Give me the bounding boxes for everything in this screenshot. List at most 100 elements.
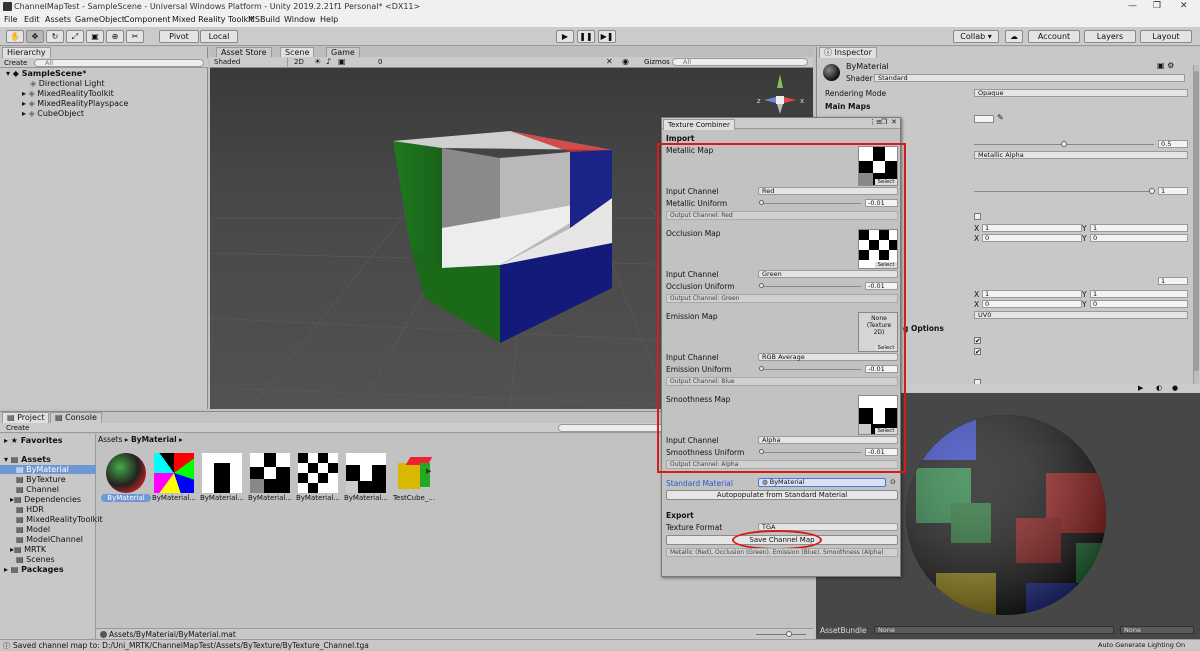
uv-set-dropdown[interactable]: UV0	[974, 311, 1188, 319]
local-toggle[interactable]: Local	[200, 30, 238, 43]
preview-light-icon[interactable]: ◐	[1156, 384, 1162, 392]
prefab-expand-icon[interactable]: ▶	[426, 467, 431, 475]
gpu-instancing-checkbox[interactable]: ✔	[974, 337, 981, 345]
maximize-button[interactable]: ❐	[1153, 1, 1161, 11]
assetbundle-dropdown[interactable]: None	[874, 626, 1114, 634]
collab-button[interactable]: Collab ▾	[953, 30, 999, 43]
inspector-settings-icon[interactable]: ▣ ⚙	[1157, 61, 1174, 70]
folder-modelchannel[interactable]: ▤ ModelChannel	[16, 535, 83, 544]
minimize-button[interactable]: —	[1128, 1, 1137, 11]
cloud-icon[interactable]: ☁	[1005, 30, 1023, 43]
folder-model[interactable]: ▤ Model	[16, 525, 50, 534]
object-picker-icon[interactable]: ⊙	[890, 478, 896, 486]
window-close-icon[interactable]: ✕	[891, 118, 897, 126]
status-message[interactable]: Saved channel map to: D:/Uni_MRTK/Channe…	[13, 641, 369, 650]
folder-hdr[interactable]: ▤ HDR	[16, 505, 44, 514]
menu-edit[interactable]: Edit	[24, 15, 40, 24]
folder-bytexture[interactable]: ▤ ByTexture	[16, 475, 66, 484]
step-icon[interactable]: ▶❚	[598, 30, 616, 43]
menu-gameobject[interactable]: GameObject	[75, 15, 125, 24]
tab-inspector[interactable]: ⓘ Inspector	[819, 47, 877, 58]
breadcrumb-assets[interactable]: Assets	[98, 435, 122, 444]
assetbundle-variant-dropdown[interactable]: None	[1120, 626, 1194, 634]
breadcrumb-bymaterial[interactable]: ByMaterial	[131, 435, 177, 444]
scale-tool-icon[interactable]: ⤢	[66, 30, 84, 43]
tiling-y-field-1[interactable]: 1	[1090, 224, 1188, 232]
preview-play-icon[interactable]: ▶	[1138, 384, 1143, 392]
folder-dependencies[interactable]: ▸▤ Dependencies	[10, 495, 81, 504]
rotate-tool-icon[interactable]: ↻	[46, 30, 64, 43]
tab-hierarchy[interactable]: Hierarchy	[2, 47, 51, 58]
menu-msbuild[interactable]: MSBuild	[248, 15, 280, 24]
offset-y-field-1[interactable]: 0	[1090, 234, 1188, 242]
tiling-y-field-2[interactable]: 1	[1090, 290, 1188, 298]
menu-help[interactable]: Help	[320, 15, 338, 24]
camera-icon[interactable]: ◉	[622, 57, 629, 66]
standard-material-field[interactable]: ◍ ByMaterial	[758, 478, 886, 487]
layout-dropdown[interactable]: Layout	[1140, 30, 1192, 43]
asset-bymaterial-metallic-thumb[interactable]	[202, 453, 242, 493]
folder-scenes[interactable]: ▤ Scenes	[16, 555, 55, 564]
folder-mixedrealitytoolkit[interactable]: ▤ MixedRealityToolkit	[16, 515, 103, 524]
normal-scale-field[interactable]: 1	[1158, 187, 1188, 195]
scene-search-input[interactable]: All	[672, 58, 808, 66]
menu-assets[interactable]: Assets	[45, 15, 71, 24]
icon-size-knob[interactable]	[786, 631, 792, 637]
custom-tool-icon[interactable]: ✂	[126, 30, 144, 43]
transform-tool-icon[interactable]: ⊕	[106, 30, 124, 43]
window-maximize-icon[interactable]: ❐	[881, 118, 887, 126]
inspector-scrollbar[interactable]	[1193, 65, 1199, 385]
pause-icon[interactable]: ❚❚	[577, 30, 595, 43]
asset-bymaterial-smoothness-thumb[interactable]	[346, 453, 386, 493]
mode-2d-toggle[interactable]: 2D	[294, 58, 304, 66]
emission-checkbox[interactable]	[974, 213, 981, 220]
smoothness-field[interactable]: 0.5	[1158, 140, 1188, 148]
close-window-button[interactable]: ✕	[1180, 1, 1188, 11]
hierarchy-item-playspace[interactable]: ▸ ◈ MixedRealityPlayspace	[22, 99, 128, 108]
folder-mrtk[interactable]: ▸▤ MRTK	[10, 545, 46, 554]
shading-mode-dropdown[interactable]: Shaded	[214, 58, 288, 67]
play-icon[interactable]: ▶	[556, 30, 574, 43]
offset-x-field-2[interactable]: 0	[982, 300, 1082, 308]
lighting-icon[interactable]: ☀	[314, 57, 321, 66]
menu-mrtk[interactable]: Mixed Reality Toolkit	[172, 15, 254, 24]
rendering-mode-dropdown[interactable]: Opaque	[974, 89, 1188, 97]
hierarchy-item-mrtk[interactable]: ▸ ◈ MixedRealityToolkit	[22, 89, 114, 98]
assets-root-item[interactable]: ▾ ▤ Assets	[4, 455, 51, 464]
favorites-item[interactable]: ▸ ★ Favorites	[4, 436, 63, 445]
gizmos-dropdown[interactable]: Gizmos	[644, 58, 670, 66]
asset-bymaterial-thumb[interactable]	[106, 453, 146, 493]
folder-bymaterial[interactable]: ▤ ByMaterial	[0, 465, 96, 474]
effects-icon[interactable]: ▣	[338, 57, 346, 66]
eyedropper-icon[interactable]: ✎	[997, 113, 1004, 122]
audio-icon[interactable]: ♪	[326, 57, 331, 66]
account-dropdown[interactable]: Account	[1028, 30, 1080, 43]
hierarchy-create-button[interactable]: Create	[4, 59, 27, 67]
preview-shape-icon[interactable]: ●	[1172, 384, 1178, 392]
shader-dropdown[interactable]: Standard	[874, 74, 1185, 82]
rect-tool-icon[interactable]: ▣	[86, 30, 104, 43]
folder-channel[interactable]: ▤ Channel	[16, 485, 59, 494]
tiling-x-field-2[interactable]: 1	[982, 290, 1082, 298]
hierarchy-scene-row[interactable]: ▾ ◆ SampleScene*	[6, 69, 86, 78]
tiling-x-field-1[interactable]: 1	[982, 224, 1082, 232]
tab-project[interactable]: ▤ Project	[2, 412, 50, 423]
offset-x-field-1[interactable]: 0	[982, 234, 1082, 242]
autopopulate-button[interactable]: Autopopulate from Standard Material	[666, 490, 898, 500]
tab-texture-combiner[interactable]: Texture Combiner	[663, 119, 735, 130]
hierarchy-item-directional-light[interactable]: ◈ Directional Light	[30, 79, 104, 88]
pivot-toggle[interactable]: Pivot	[159, 30, 199, 43]
project-create-button[interactable]: Create	[6, 424, 29, 432]
albedo-color-swatch[interactable]	[974, 115, 994, 123]
asset-bymaterial-emission-thumb[interactable]	[298, 453, 338, 493]
smoothness-knob[interactable]	[1061, 141, 1067, 147]
smoothness-source-dropdown[interactable]: Metallic Alpha	[974, 151, 1188, 159]
menu-window[interactable]: Window	[284, 15, 316, 24]
normal-knob[interactable]	[1149, 188, 1155, 194]
double-sided-gi-checkbox[interactable]: ✔	[974, 348, 981, 356]
normal-slider[interactable]	[974, 191, 1154, 192]
layers-dropdown[interactable]: Layers	[1084, 30, 1136, 43]
hierarchy-search-input[interactable]: All	[34, 59, 204, 67]
menu-file[interactable]: File	[4, 15, 17, 24]
window-menu-icon[interactable]: ⋮≡	[869, 118, 882, 126]
